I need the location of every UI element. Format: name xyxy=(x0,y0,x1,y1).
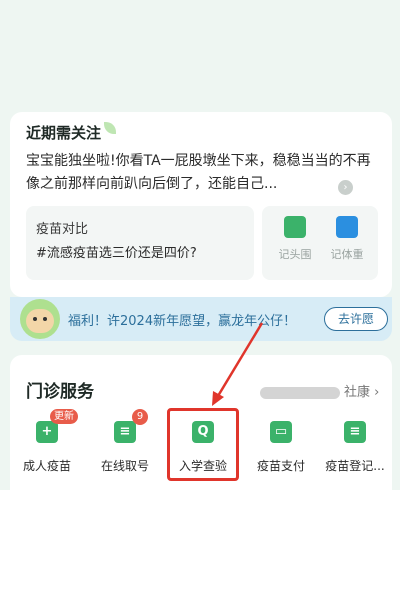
annotation-arrow xyxy=(212,322,264,406)
